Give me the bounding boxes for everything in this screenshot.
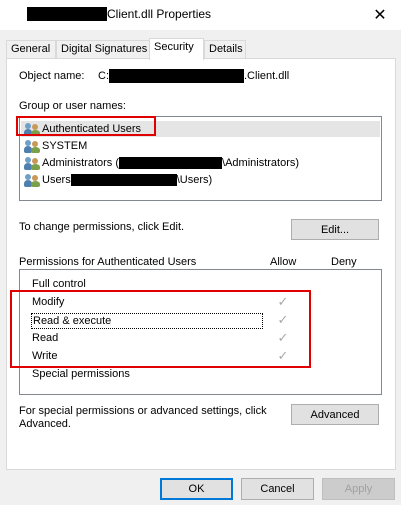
permission-name: Full control: [32, 278, 86, 290]
advanced-button[interactable]: Advanced: [291, 404, 379, 425]
tab-security-label: Security: [154, 41, 194, 53]
edit-button-label: Edit...: [320, 223, 350, 236]
redacted-title-prefix: [27, 7, 107, 21]
list-item-label-prefix: Administrators (: [42, 157, 120, 169]
redacted-domain: [70, 174, 177, 186]
tab-digital-signatures-label: Digital Signatures: [61, 43, 148, 55]
tab-details-label: Details: [209, 43, 243, 55]
apply-button-label: Apply: [344, 483, 373, 495]
list-item-label-suffix: \Administrators): [222, 157, 300, 169]
deny-column-header: Deny: [331, 256, 357, 268]
ok-button[interactable]: OK: [160, 478, 233, 500]
list-item-label-prefix: Users: [42, 174, 71, 186]
tab-digital-signatures[interactable]: Digital Signatures: [56, 40, 150, 59]
redacted-domain: [119, 157, 223, 169]
users-icon: [24, 173, 40, 187]
tab-security[interactable]: Security: [149, 38, 204, 60]
apply-button[interactable]: Apply: [322, 478, 395, 500]
allow-column-header: Allow: [270, 256, 297, 268]
window-title: Client.dll Properties: [107, 7, 212, 21]
list-item-label: SYSTEM: [42, 140, 88, 152]
list-item-administrators[interactable]: Administrators ( \Administrators): [24, 155, 299, 171]
tab-general-label: General: [11, 43, 51, 55]
cancel-button[interactable]: Cancel: [241, 478, 314, 500]
title-bar: Client.dll Properties ✕: [0, 0, 401, 30]
highlight-authenticated-users: [16, 116, 156, 136]
list-item-system[interactable]: SYSTEM: [24, 138, 87, 154]
tab-details[interactable]: Details: [204, 40, 246, 59]
redacted-object-path: [109, 69, 244, 83]
tab-general[interactable]: General: [6, 40, 56, 59]
permission-name: Special permissions: [32, 368, 130, 380]
change-permissions-text: To change permissions, click Edit.: [19, 221, 185, 233]
highlight-allowed-permissions: [10, 290, 311, 368]
users-icon: [24, 156, 40, 170]
permissions-header: Permissions for Authenticated Users: [19, 256, 197, 268]
permission-row-special: Special permissions: [20, 366, 381, 384]
advanced-text-line1: For special permissions or advanced sett…: [19, 405, 267, 417]
list-item-users[interactable]: Users \Users): [24, 172, 212, 188]
users-icon: [24, 139, 40, 153]
list-item-label-suffix: \Users): [176, 174, 213, 186]
advanced-text-line2: Advanced.: [19, 418, 71, 430]
cancel-button-label: Cancel: [260, 483, 295, 495]
close-button[interactable]: ✕: [359, 0, 401, 30]
edit-button[interactable]: Edit...: [291, 219, 379, 240]
close-icon: ✕: [373, 7, 387, 24]
ok-button-label: OK: [188, 483, 205, 495]
group-names-label: Group or user names:: [19, 100, 126, 112]
object-name-label: Object name:: [19, 70, 85, 82]
object-name-prefix: C:: [98, 70, 109, 82]
advanced-button-label: Advanced: [310, 408, 360, 421]
object-name-suffix: .Client.dll: [244, 70, 290, 82]
